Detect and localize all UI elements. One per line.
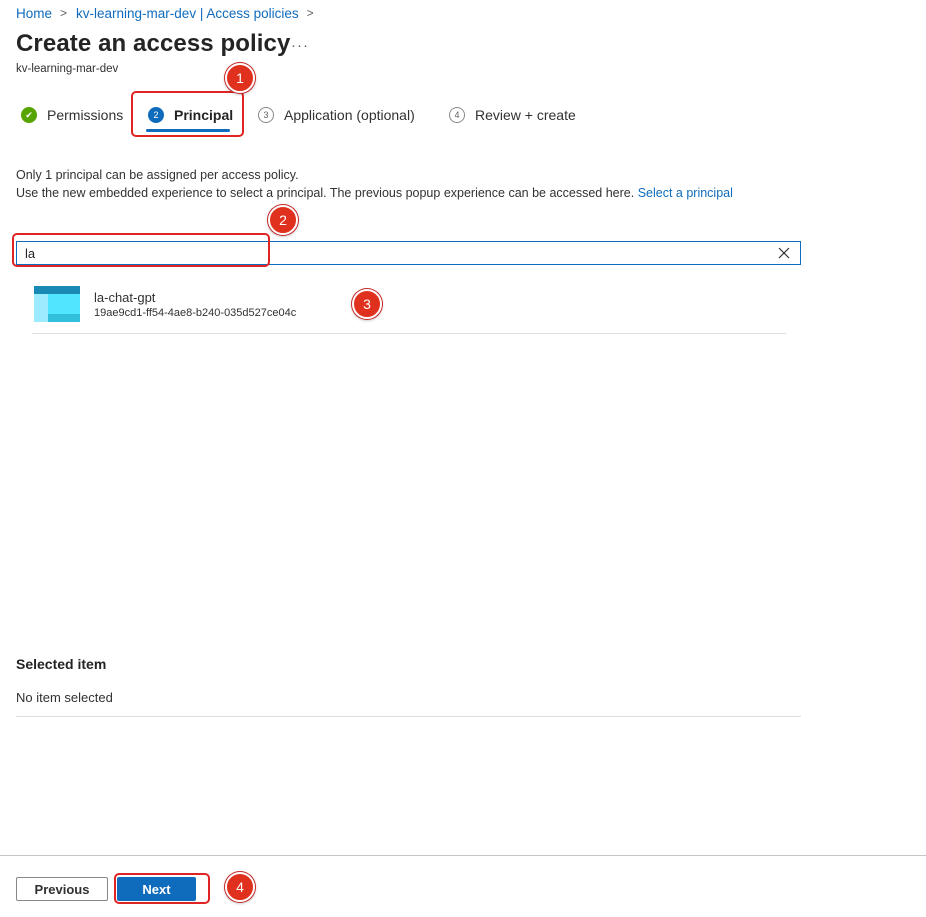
breadcrumb-home-link[interactable]: Home <box>16 6 52 21</box>
annotation-highlight-next <box>114 873 210 904</box>
footer-divider <box>0 855 926 856</box>
info-line-2: Use the new embedded experience to selec… <box>16 185 733 203</box>
app-registration-icon <box>34 286 80 322</box>
more-options-icon[interactable]: ··· <box>291 37 309 54</box>
page-subtitle: kv-learning-mar-dev <box>16 63 119 75</box>
annotation-badge-3: 3 <box>352 289 382 319</box>
info-line-1: Only 1 principal can be assigned per acc… <box>16 168 299 182</box>
step-number-icon: 3 <box>258 107 274 123</box>
chevron-right-icon: > <box>306 6 314 20</box>
tab-review-create[interactable]: 4 Review + create <box>449 104 576 126</box>
selected-item-empty-text: No item selected <box>16 690 113 705</box>
step-number-icon: 4 <box>449 107 465 123</box>
annotation-badge-2: 2 <box>268 205 298 235</box>
previous-button[interactable]: Previous <box>16 877 108 901</box>
result-id: 19ae9cd1-ff54-4ae8-b240-035d527ce04c <box>94 307 297 319</box>
select-principal-link[interactable]: Select a principal <box>638 186 733 200</box>
annotation-badge-1: 1 <box>225 63 255 93</box>
checkmark-icon: ✔ <box>21 107 37 123</box>
breadcrumb: Home > kv-learning-mar-dev | Access poli… <box>16 5 323 21</box>
selected-item-heading: Selected item <box>16 656 107 672</box>
breadcrumb-access-policies-link[interactable]: kv-learning-mar-dev | Access policies <box>76 6 299 21</box>
page-title: Create an access policy <box>16 30 291 57</box>
tab-application-label: Application (optional) <box>284 107 415 123</box>
tab-permissions-label: Permissions <box>47 107 124 123</box>
tab-permissions[interactable]: ✔ Permissions <box>21 104 123 126</box>
annotation-badge-4: 4 <box>225 872 255 902</box>
principal-info-text: Only 1 principal can be assigned per acc… <box>16 167 733 202</box>
tab-application[interactable]: 3 Application (optional) <box>258 104 415 126</box>
list-item[interactable]: la-chat-gpt 19ae9cd1-ff54-4ae8-b240-035d… <box>32 283 786 334</box>
divider <box>16 716 801 717</box>
annotation-highlight-principal-tab <box>131 91 244 137</box>
close-icon[interactable] <box>776 245 792 261</box>
tab-review-create-label: Review + create <box>475 107 576 123</box>
result-name: la-chat-gpt <box>94 290 156 305</box>
info-line-2-text: Use the new embedded experience to selec… <box>16 185 635 200</box>
annotation-highlight-search <box>12 233 270 267</box>
chevron-right-icon: > <box>60 6 68 20</box>
